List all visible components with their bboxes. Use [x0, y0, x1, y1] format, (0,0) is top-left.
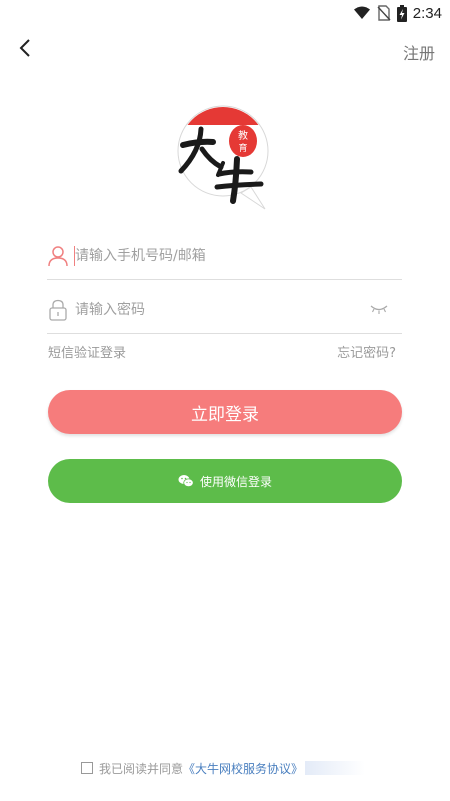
register-link[interactable]: 注册 — [403, 40, 435, 64]
battery-charging-icon — [396, 4, 407, 22]
nav-bar: 注册 — [0, 26, 450, 76]
sms-login-link[interactable]: 短信验证登录 — [48, 342, 126, 361]
agreement: 我已阅读并同意 《大牛网校服务协议》 — [81, 760, 366, 777]
lock-icon — [49, 299, 67, 321]
service-agreement-link[interactable]: 《大牛网校服务协议》 — [183, 760, 303, 777]
status-bar: 2:34 — [0, 0, 450, 26]
agreement-checkbox[interactable] — [81, 762, 93, 774]
wechat-icon — [178, 475, 194, 488]
status-time: 2:34 — [412, 4, 442, 22]
password-input[interactable] — [75, 295, 375, 325]
wechat-login-button[interactable]: 使用微信登录 — [48, 459, 402, 503]
no-sim-icon — [377, 5, 391, 21]
login-button-label: 立即登录 — [191, 404, 259, 425]
user-icon — [48, 246, 68, 267]
account-input[interactable] — [75, 241, 375, 271]
app-logo: 教 育 — [173, 105, 273, 213]
eye-closed-icon[interactable] — [370, 303, 388, 315]
agreement-fade — [305, 761, 366, 775]
text-cursor — [74, 246, 75, 266]
status-icons: 2:34 — [353, 4, 442, 22]
wifi-icon — [353, 6, 370, 19]
login-button[interactable]: 立即登录 — [48, 390, 402, 434]
logo-seal-text-1: 教 — [238, 129, 248, 142]
logo-seal-text-2: 育 — [238, 142, 247, 154]
forgot-password-link[interactable]: 忘记密码? — [337, 342, 396, 361]
account-field — [47, 235, 402, 280]
back-arrow-icon[interactable] — [12, 34, 40, 62]
logo-seal: 教 育 — [229, 125, 257, 157]
agreement-prefix: 我已阅读并同意 — [99, 761, 184, 776]
wechat-button-label: 使用微信登录 — [199, 474, 272, 489]
logo-image: 教 育 — [177, 105, 269, 210]
password-field — [47, 289, 402, 334]
